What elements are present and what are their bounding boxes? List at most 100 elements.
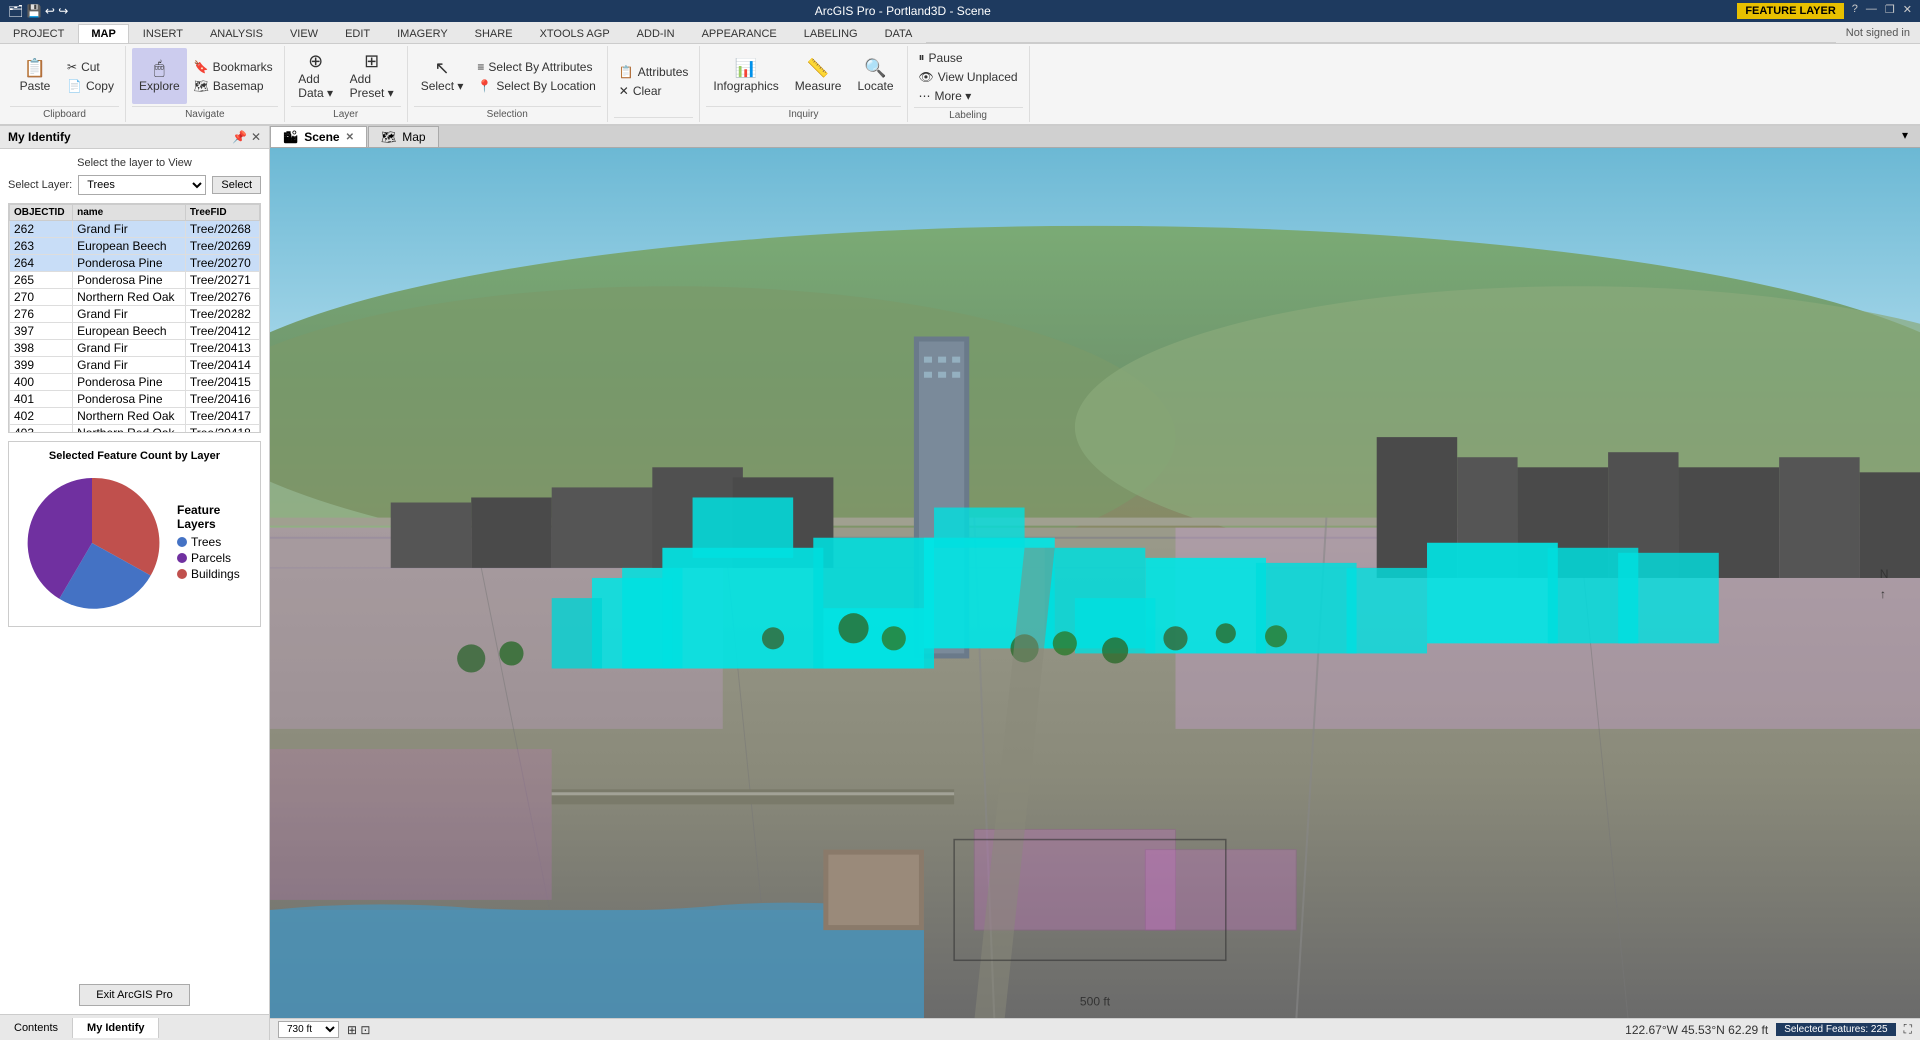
tab-project[interactable]: PROJECT [0,24,77,43]
more-labeling-icon: ⋯ [919,89,931,103]
table-row[interactable]: 264Ponderosa PineTree/20270 [10,255,260,272]
layer-dropdown[interactable]: Trees Parcels Buildings [78,175,206,195]
attributes-label: Attributes [638,65,689,79]
more-labeling-button[interactable]: ⋯ More ▾ [914,87,1023,105]
minimize-btn[interactable]: — [1866,3,1877,19]
scene-tab-close[interactable]: ✕ [346,132,354,143]
measure-button[interactable]: 📏 Measure [788,48,849,104]
select-layer-button[interactable]: Select [212,176,261,194]
map-tab[interactable]: 🗺 Map [368,126,439,147]
basemap-icon: 🗺 [194,79,209,93]
expand-icon[interactable]: ⛶ [1904,1022,1912,1037]
exit-arcgis-button[interactable]: Exit ArcGIS Pro [79,984,189,1006]
layer-label: Layer [291,106,401,120]
more-labeling-label: More ▾ [935,89,972,103]
tab-labeling[interactable]: LABELING [791,24,871,43]
clear-label: Clear [633,84,662,98]
bottom-bar: Contents My Identify [0,1014,269,1040]
tab-view[interactable]: VIEW [277,24,331,43]
scale-dropdown[interactable]: 730 ft 1000 ft 500 ft [278,1021,339,1038]
cell-treefid: Tree/20268 [185,221,259,238]
cell-treefid: Tree/20416 [185,391,259,408]
layer-content: ⊕ AddData ▾ ⊞ AddPreset ▾ [291,48,401,104]
bookmarks-button[interactable]: 🔖 Bookmarks [189,58,278,76]
coordinates-display: 122.67°W 45.53°N 62.29 ft [1625,1023,1768,1037]
tab-analysis[interactable]: ANALYSIS [197,24,276,43]
tab-share[interactable]: SHARE [462,24,526,43]
table-row[interactable]: 399Grand FirTree/20414 [10,357,260,374]
cell-objectid: 264 [10,255,73,272]
cell-objectid: 276 [10,306,73,323]
parcels-dot [177,553,187,563]
table-row[interactable]: 401Ponderosa PineTree/20416 [10,391,260,408]
user-label[interactable]: Not signed in [1836,25,1920,41]
select-by-loc-button[interactable]: 📍 Select By Location [472,77,600,95]
view-unplaced-button[interactable]: 👁 View Unplaced [914,68,1023,86]
panel-close-btn[interactable]: ✕ [251,130,261,144]
cell-name: Grand Fir [73,357,186,374]
pause-button[interactable]: ⏸ Pause [914,48,1023,67]
table-row[interactable]: 397European BeechTree/20412 [10,323,260,340]
add-data-label: AddData ▾ [298,72,333,100]
table-row[interactable]: 400Ponderosa PineTree/20415 [10,374,260,391]
tab-addin[interactable]: ADD-IN [624,24,688,43]
cell-name: European Beech [73,323,186,340]
map-tabs: 🏙 Scene ✕ 🗺 Map ▾ [270,126,1920,148]
tab-map[interactable]: MAP [78,24,128,43]
infographics-button[interactable]: 📊 Infographics [706,48,785,104]
tab-insert[interactable]: INSERT [130,24,196,43]
paste-button[interactable]: 📋 Paste [10,48,60,104]
data-table: OBJECTID name TreeFID 262Grand FirTree/2… [9,204,260,433]
table-row[interactable]: 403Northern Red OakTree/20418 [10,425,260,434]
tab-xtools[interactable]: XTOOLS AGP [527,24,623,43]
contents-tab[interactable]: Contents [0,1018,73,1038]
table-wrapper[interactable]: OBJECTID name TreeFID 262Grand FirTree/2… [8,203,261,433]
copy-button[interactable]: 📄 Copy [62,77,119,95]
add-data-button[interactable]: ⊕ AddData ▾ [291,48,341,104]
basemap-button[interactable]: 🗺 Basemap [189,77,278,95]
table-row[interactable]: 270Northern Red OakTree/20276 [10,289,260,306]
col-treefid[interactable]: TreeFID [185,205,259,221]
tab-imagery[interactable]: IMAGERY [384,24,461,43]
help-btn[interactable]: ? [1852,3,1858,19]
cell-objectid: 400 [10,374,73,391]
tab-data[interactable]: DATA [872,24,926,43]
panel-pin-btn[interactable]: 📌 [232,130,247,144]
add-preset-label: AddPreset ▾ [350,72,394,100]
col-objectid[interactable]: OBJECTID [10,205,73,221]
col-name[interactable]: name [73,205,186,221]
cell-objectid: 401 [10,391,73,408]
tab-appearance[interactable]: APPEARANCE [689,24,790,43]
map-collapse-btn[interactable]: ▾ [1900,126,1920,147]
table-row[interactable]: 263European BeechTree/20269 [10,238,260,255]
restore-btn[interactable]: ❐ [1885,3,1895,19]
selection-group: ↖ Select ▾ ≡ Select By Attributes 📍 Sele… [408,46,608,122]
tab-edit[interactable]: EDIT [332,24,383,43]
cut-button[interactable]: ✂ Cut [62,58,119,76]
attributes-button[interactable]: 📋 Attributes [614,63,694,81]
table-row[interactable]: 276Grand FirTree/20282 [10,306,260,323]
close-btn[interactable]: ✕ [1903,3,1912,19]
chart-title: Selected Feature Count by Layer [17,450,252,462]
clear-button[interactable]: ✕ Clear [614,82,694,100]
view-unplaced-label: View Unplaced [938,70,1018,84]
title-bar-title: ArcGIS Pro - Portland3D - Scene [68,4,1737,18]
locate-button[interactable]: 🔍 Locate [850,48,900,104]
cell-name: Ponderosa Pine [73,255,186,272]
explore-button[interactable]: 🖱 Explore [132,48,187,104]
select-button[interactable]: ↖ Select ▾ [414,48,471,104]
select-by-attr-button[interactable]: ≡ Select By Attributes [472,58,600,76]
table-row[interactable]: 265Ponderosa PineTree/20271 [10,272,260,289]
scene-tab[interactable]: 🏙 Scene ✕ [270,126,367,147]
map-viewport[interactable]: 500 ft N ↑ [270,148,1920,1018]
table-row[interactable]: 398Grand FirTree/20413 [10,340,260,357]
labeling-small-group: ⏸ Pause 👁 View Unplaced ⋯ More ▾ [914,48,1023,105]
title-bar-left: 🗂 💾 ↩ ↪ [8,4,68,18]
svg-text:↑: ↑ [1880,587,1886,601]
my-identify-tab[interactable]: My Identify [73,1018,159,1038]
navigate-group: 🖱 Explore 🔖 Bookmarks 🗺 Basemap Navigate [126,46,285,122]
table-row[interactable]: 262Grand FirTree/20268 [10,221,260,238]
select-icon: ↖ [435,59,450,77]
add-preset-button[interactable]: ⊞ AddPreset ▾ [343,48,401,104]
table-row[interactable]: 402Northern Red OakTree/20417 [10,408,260,425]
